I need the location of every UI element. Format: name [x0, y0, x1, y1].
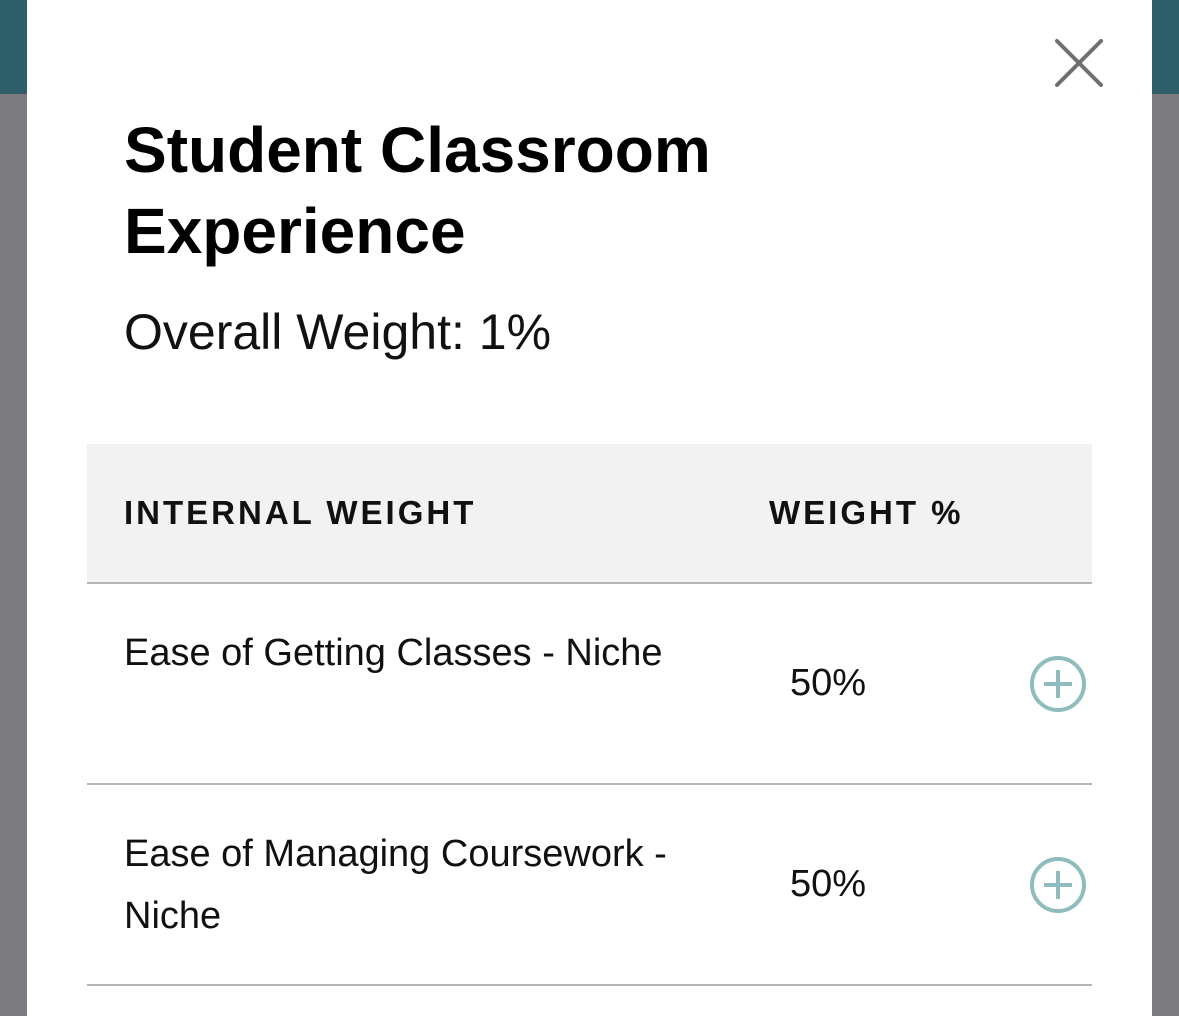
table-row: Ease of Managing Coursework - Niche 50%: [87, 785, 1092, 986]
column-header-weight-percent: WEIGHT %: [769, 494, 964, 531]
plus-circle-icon: [1030, 656, 1086, 712]
overall-weight: Overall Weight: 1%: [124, 304, 552, 360]
expand-row-button[interactable]: [1028, 654, 1088, 714]
close-icon: [1055, 39, 1103, 87]
table-header: INTERNAL WEIGHT WEIGHT %: [87, 444, 1092, 584]
plus-circle-icon: [1030, 857, 1086, 913]
column-header-internal-weight: INTERNAL WEIGHT: [124, 494, 477, 531]
modal-title: Student Classroom Experience: [124, 114, 711, 267]
close-button[interactable]: [1053, 37, 1105, 89]
row-name: Ease of Managing Coursework - Niche: [124, 833, 667, 937]
table-row: Ease of Getting Classes - Niche 50%: [87, 584, 1092, 785]
weights-table: INTERNAL WEIGHT WEIGHT % Ease of Getting…: [87, 444, 1092, 986]
row-weight: 50%: [790, 863, 867, 905]
expand-row-button[interactable]: [1028, 855, 1088, 915]
weight-details-modal: Student Classroom Experience Overall Wei…: [27, 0, 1152, 1016]
row-name: Ease of Getting Classes - Niche: [124, 632, 663, 674]
row-weight: 50%: [790, 662, 867, 704]
